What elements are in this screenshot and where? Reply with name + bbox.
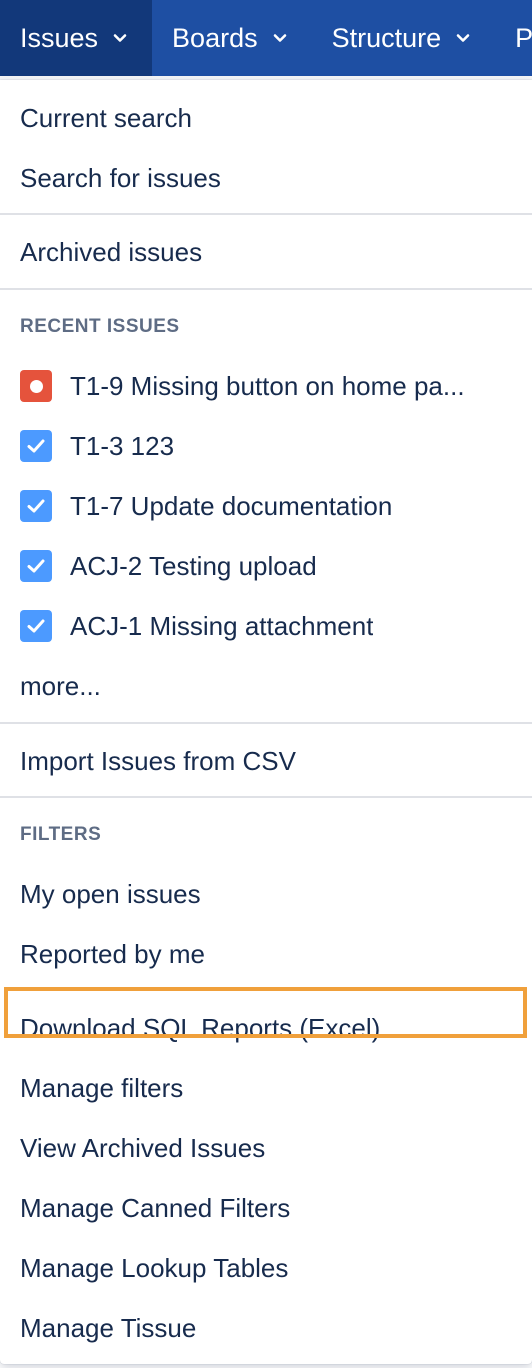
nav-structure[interactable]: Structure: [312, 0, 496, 76]
menu-manage-filters[interactable]: Manage filters: [20, 1060, 516, 1116]
recent-issue-label: T1-7 Update documentation: [70, 490, 393, 521]
menu-download-sql-reports[interactable]: Download SQL Reports (Excel): [20, 1000, 516, 1056]
nav-boards-label: Boards: [172, 22, 258, 53]
nav-truncated[interactable]: P: [495, 0, 532, 76]
menu-reported-by-me-label: Reported by me: [20, 938, 205, 969]
task-checkbox-icon: [20, 550, 52, 582]
menu-separator: [0, 288, 532, 290]
menu-reported-by-me[interactable]: Reported by me: [20, 926, 516, 982]
menu-view-archived-issues-label: View Archived Issues: [20, 1132, 266, 1163]
menu-download-sql-reports-label: Download SQL Reports (Excel): [20, 1012, 381, 1043]
chevron-down-icon: [113, 34, 127, 42]
task-checkbox-icon: [20, 430, 52, 462]
nav-boards[interactable]: Boards: [152, 0, 312, 76]
menu-manage-tissue-label: Manage Tissue: [20, 1312, 197, 1343]
menu-my-open-issues[interactable]: My open issues: [20, 866, 516, 922]
menu-view-archived-issues[interactable]: View Archived Issues: [20, 1120, 516, 1176]
menu-search-for-issues-label: Search for issues: [20, 162, 221, 193]
menu-archived-issues-label: Archived issues: [20, 236, 203, 267]
recent-issue-item[interactable]: ACJ-1 Missing attachment: [20, 598, 516, 654]
menu-archived-issues[interactable]: Archived issues: [20, 224, 516, 280]
filters-heading: FILTERS: [20, 824, 102, 845]
menu-separator: [0, 213, 532, 215]
chevron-down-icon: [273, 34, 286, 42]
menu-import-csv-label: Import Issues from CSV: [20, 745, 296, 776]
nav-issues[interactable]: Issues: [0, 0, 153, 76]
menu-import-csv[interactable]: Import Issues from CSV: [20, 733, 516, 789]
task-checkbox-icon: [20, 610, 52, 642]
menu-search-for-issues[interactable]: Search for issues: [20, 150, 516, 206]
recent-issues-heading: RECENT ISSUES: [20, 316, 180, 337]
menu-separator: [0, 722, 532, 724]
top-navigation: Issues Boards Structure P: [0, 0, 532, 76]
menu-separator: [0, 796, 532, 798]
recent-issue-item[interactable]: T1-7 Update documentation: [20, 478, 516, 534]
menu-manage-filters-label: Manage filters: [20, 1072, 184, 1103]
issues-dropdown-menu: Current search Search for issues Archive…: [0, 80, 532, 1364]
menu-manage-canned-filters[interactable]: Manage Canned Filters: [20, 1180, 516, 1236]
recent-issue-item[interactable]: T1-9 Missing button on home pa...: [20, 358, 516, 414]
nav-structure-label: Structure: [331, 22, 442, 53]
bug-icon: [20, 370, 52, 402]
menu-manage-lookup-tables[interactable]: Manage Lookup Tables: [20, 1240, 516, 1296]
menu-more-recent-label: more...: [20, 670, 101, 701]
nav-truncated-label: P: [515, 22, 532, 53]
recent-issue-item[interactable]: ACJ-2 Testing upload: [20, 538, 516, 594]
recent-issue-label: ACJ-1 Missing attachment: [70, 610, 374, 641]
recent-issue-label: ACJ-2 Testing upload: [70, 550, 317, 581]
nav-issues-label: Issues: [20, 22, 99, 53]
task-checkbox-icon: [20, 490, 52, 522]
menu-current-search[interactable]: Current search: [20, 90, 516, 146]
menu-manage-lookup-tables-label: Manage Lookup Tables: [20, 1252, 289, 1283]
recent-issue-label: T1-9 Missing button on home pa...: [70, 370, 465, 401]
menu-current-search-label: Current search: [20, 102, 192, 133]
menu-manage-tissue[interactable]: Manage Tissue: [20, 1300, 516, 1356]
recent-issue-item[interactable]: T1-3 123: [20, 418, 516, 474]
menu-my-open-issues-label: My open issues: [20, 878, 201, 909]
recent-issue-label: T1-3 123: [70, 430, 175, 461]
menu-manage-canned-filters-label: Manage Canned Filters: [20, 1192, 291, 1223]
chevron-down-icon: [456, 34, 470, 42]
menu-more-recent[interactable]: more...: [20, 658, 516, 714]
